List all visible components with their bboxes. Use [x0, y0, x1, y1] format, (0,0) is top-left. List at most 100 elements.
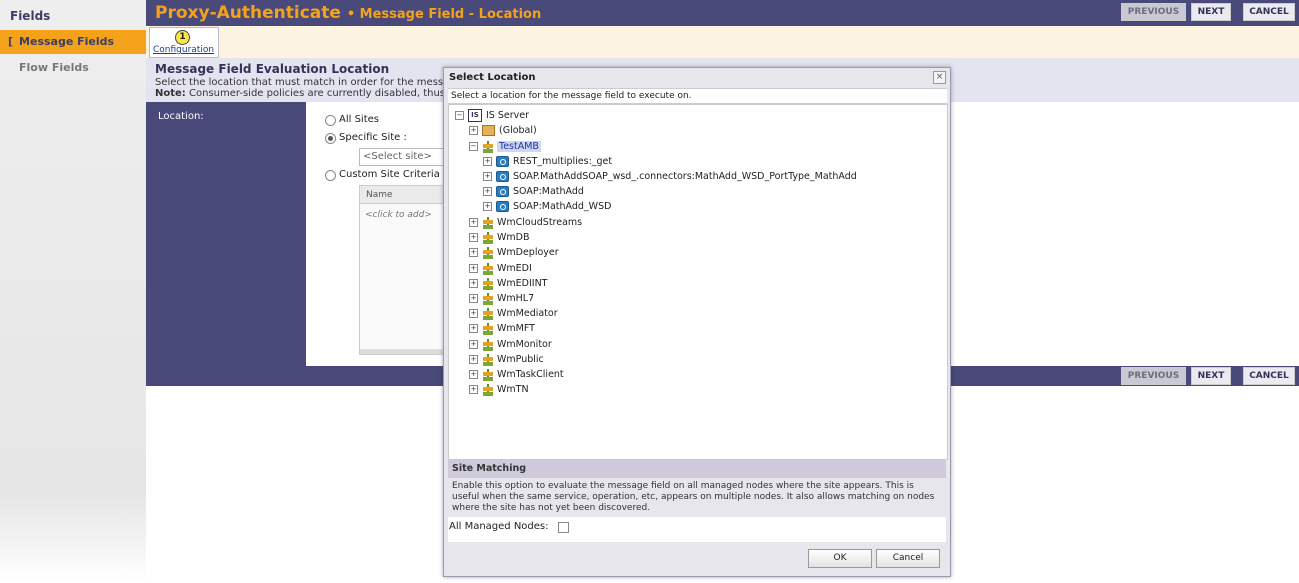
tree-node-label: TestAMB — [497, 141, 541, 152]
package-icon — [482, 277, 493, 290]
section-description: Select the location that must match in o… — [155, 77, 456, 88]
step-label[interactable]: Configuration — [153, 45, 214, 55]
expand-icon[interactable]: + — [469, 370, 478, 379]
page-header: Proxy-Authenticate • Message Field - Loc… — [146, 0, 1299, 26]
tree-node-label: SOAP:MathAdd — [513, 186, 584, 197]
section-note: Note: Consumer-side policies are current… — [155, 88, 458, 99]
cancel-button-bottom[interactable]: CANCEL — [1243, 367, 1295, 385]
tree-node-package[interactable]: + WmMFT — [469, 322, 535, 336]
tree-node-label: WmMonitor — [497, 339, 552, 350]
service-icon — [496, 156, 509, 167]
form-label-column: Location: — [146, 102, 306, 366]
sidebar-item-label: Message Fields — [19, 35, 115, 48]
criteria-grid: Name <click to add> — [359, 185, 451, 355]
package-icon — [482, 307, 493, 320]
package-icon — [482, 216, 493, 229]
expand-icon[interactable]: + — [469, 264, 478, 273]
package-icon — [482, 140, 493, 153]
tree-node-label: WmEDI — [497, 263, 532, 274]
expand-icon[interactable]: + — [469, 309, 478, 318]
site-matching-description: Enable this option to evaluate the messa… — [452, 481, 935, 513]
package-icon — [482, 322, 493, 335]
all-sites-radio[interactable] — [325, 115, 336, 126]
service-icon — [496, 201, 509, 212]
package-icon — [482, 383, 493, 396]
grid-scrollbar[interactable] — [360, 349, 450, 354]
expand-icon[interactable]: + — [469, 233, 478, 242]
expand-icon[interactable]: + — [469, 248, 478, 257]
note-text: Consumer-side policies are currently dis… — [189, 88, 459, 99]
tree-node-package[interactable]: + WmMediator — [469, 307, 558, 321]
step-configuration[interactable]: 1 Configuration — [149, 27, 219, 58]
tree-node-package[interactable]: + WmEDI — [469, 262, 532, 276]
tree-node-label: WmPublic — [497, 354, 544, 365]
page-title-sub: • Message Field - Location — [346, 7, 542, 22]
expand-icon[interactable]: + — [469, 385, 478, 394]
tree-node-package[interactable]: + WmDB — [469, 231, 529, 245]
collapse-icon[interactable]: − — [455, 111, 464, 120]
tree-node-package[interactable]: + WmDeployer — [469, 246, 559, 260]
tree-node-label: WmTaskClient — [497, 369, 564, 380]
tree-node-label: WmDB — [497, 232, 530, 243]
package-icon — [482, 246, 493, 259]
package-icon — [482, 292, 493, 305]
cancel-button[interactable]: CANCEL — [1243, 3, 1295, 21]
tree-node-testamb[interactable]: − TestAMB — [469, 140, 541, 154]
tree-node-package[interactable]: + WmPublic — [469, 353, 544, 367]
expand-icon[interactable]: + — [469, 355, 478, 364]
specific-site-radio[interactable] — [325, 133, 336, 144]
next-button-bottom[interactable]: NEXT — [1191, 367, 1231, 385]
tree-node-service[interactable]: + SOAP:MathAdd_WSD — [483, 200, 611, 214]
ok-button[interactable]: OK — [808, 549, 872, 568]
select-site-dropdown[interactable]: <Select site> — [359, 148, 454, 166]
dialog-instruction: Select a location for the message field … — [448, 88, 947, 104]
all-managed-nodes-label: All Managed Nodes: — [449, 521, 549, 532]
tree-node-global[interactable]: + (Global) — [469, 124, 537, 138]
expand-icon[interactable]: + — [469, 126, 478, 135]
expand-icon[interactable]: + — [483, 157, 492, 166]
tree-node-package[interactable]: + WmEDIINT — [469, 277, 547, 291]
step-bar: 1 Configuration — [146, 26, 1299, 58]
sidebar-item-bracket: [ — [8, 35, 14, 48]
expand-icon[interactable]: + — [469, 279, 478, 288]
tree-node-service[interactable]: + SOAP.MathAddSOAP_wsd_.connectors:MathAd… — [483, 170, 857, 184]
package-icon — [482, 353, 493, 366]
tree-node-package[interactable]: + WmHL7 — [469, 292, 534, 306]
service-icon — [496, 186, 509, 197]
expand-icon[interactable]: + — [483, 187, 492, 196]
site-matching-header: Site Matching — [448, 460, 946, 478]
tree-node-service[interactable]: + REST_multiplies:_get — [483, 155, 612, 169]
grid-add-row[interactable]: <click to add> — [365, 210, 432, 220]
expand-icon[interactable]: + — [483, 202, 492, 211]
all-managed-nodes-checkbox[interactable] — [558, 522, 569, 533]
custom-criteria-radio[interactable] — [325, 170, 336, 181]
collapse-icon[interactable]: − — [469, 142, 478, 151]
next-button[interactable]: NEXT — [1191, 3, 1231, 21]
tree-node-service[interactable]: + SOAP:MathAdd — [483, 185, 584, 199]
location-label: Location: — [158, 111, 204, 122]
tree-node-package[interactable]: + WmMonitor — [469, 338, 552, 352]
tree-node-label: IS Server — [486, 110, 530, 121]
previous-button[interactable]: PREVIOUS — [1121, 3, 1186, 21]
package-icon — [482, 231, 493, 244]
dialog-cancel-button[interactable]: Cancel — [876, 549, 940, 568]
sidebar-item-message-fields[interactable]: [ Message Fields — [0, 30, 146, 54]
folder-icon — [482, 125, 495, 136]
custom-criteria-label: Custom Site Criteria : — [339, 169, 447, 180]
expand-icon[interactable]: + — [469, 340, 478, 349]
expand-icon[interactable]: + — [483, 172, 492, 181]
expand-icon[interactable]: + — [469, 324, 478, 333]
tree-node-package[interactable]: + WmTN — [469, 383, 529, 397]
sidebar-item-flow-fields[interactable]: Flow Fields — [19, 61, 89, 74]
expand-icon[interactable]: + — [469, 218, 478, 227]
expand-icon[interactable]: + — [469, 294, 478, 303]
specific-site-label: Specific Site : — [339, 132, 407, 143]
tree-node-label: WmMediator — [497, 308, 558, 319]
tree-node-label: WmHL7 — [497, 293, 535, 304]
tree-node-root[interactable]: − IS IS Server — [455, 109, 529, 123]
close-icon[interactable]: × — [933, 71, 946, 84]
tree-node-label: WmMFT — [497, 323, 535, 334]
previous-button-bottom[interactable]: PREVIOUS — [1121, 367, 1186, 385]
tree-node-package[interactable]: + WmCloudStreams — [469, 216, 582, 230]
tree-node-package[interactable]: + WmTaskClient — [469, 368, 564, 382]
